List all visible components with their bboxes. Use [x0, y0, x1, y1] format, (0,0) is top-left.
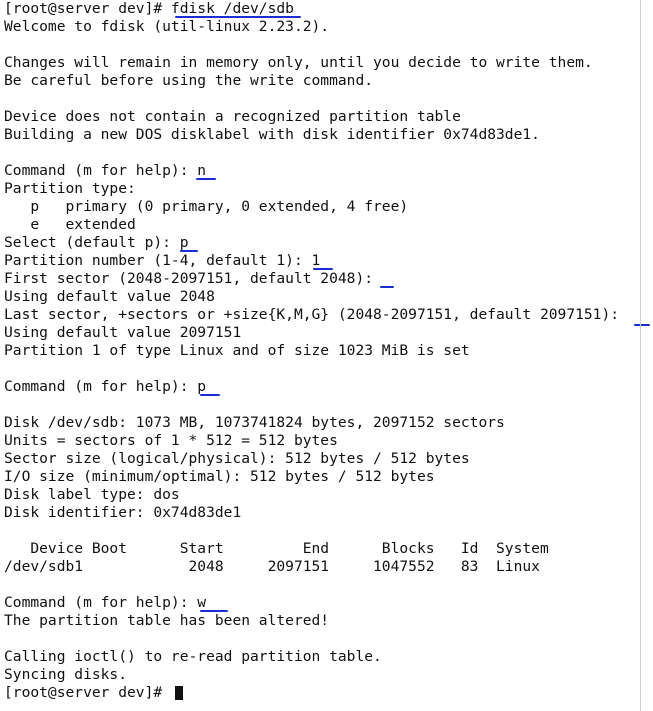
underline-mark-default-first: [380, 286, 394, 288]
terminal-line: Calling ioctl() to re-read partition tab…: [4, 648, 382, 665]
underline-mark-w: [200, 610, 228, 612]
underline-mark-p2: [200, 394, 220, 396]
terminal-line: Partition 1 of type Linux and of size 10…: [4, 342, 470, 359]
underline-mark-1: [313, 268, 333, 270]
terminal-line: Partition type:: [4, 180, 136, 197]
terminal-line: Command (m for help): n: [4, 162, 207, 179]
terminal-line: Disk label type: dos: [4, 486, 180, 503]
terminal-line: Sector size (logical/physical): 512 byte…: [4, 450, 470, 467]
terminal-line: Welcome to fdisk (util-linux 2.23.2).: [4, 18, 330, 35]
terminal-line: Disk identifier: 0x74d83de1: [4, 504, 242, 521]
terminal-line: Command (m for help): w: [4, 594, 207, 611]
terminal-line: Using default value 2097151: [4, 324, 242, 341]
underline-mark-command: [175, 16, 301, 18]
terminal-line: Changes will remain in memory only, unti…: [4, 54, 593, 71]
underline-mark-p: [180, 250, 198, 252]
partition-table-header: Device Boot Start End Blocks Id System: [4, 540, 549, 557]
terminal-line: Units = sectors of 1 * 512 = 512 bytes: [4, 432, 338, 449]
terminal-line: First sector (2048-2097151, default 2048…: [4, 270, 374, 287]
terminal-line: Building a new DOS disklabel with disk i…: [4, 126, 540, 143]
terminal-line: Device does not contain a recognized par…: [4, 108, 461, 125]
terminal-line: Command (m for help): p: [4, 378, 207, 395]
underline-mark-default-last: [634, 324, 650, 326]
terminal-line: e extended: [4, 216, 136, 233]
terminal-cursor: [175, 686, 183, 700]
terminal-line: p primary (0 primary, 0 extended, 4 free…: [4, 198, 409, 215]
terminal-line: Partition number (1-4, default 1): 1: [4, 252, 321, 269]
partition-table-row: /dev/sdb1 2048 2097151 1047552 83 Linux: [4, 558, 540, 575]
terminal-line: The partition table has been altered!: [4, 612, 330, 629]
terminal-line: Last sector, +sectors or +size{K,M,G} (2…: [4, 306, 620, 323]
terminal-line: Syncing disks.: [4, 666, 128, 683]
terminal-line: Using default value 2048: [4, 288, 215, 305]
terminal-line: Select (default p): p: [4, 234, 189, 251]
window-edge-divider: [640, 0, 641, 711]
terminal-line: I/O size (minimum/optimal): 512 bytes / …: [4, 468, 435, 485]
terminal-line: Disk /dev/sdb: 1073 MB, 1073741824 bytes…: [4, 414, 505, 431]
terminal-line: Be careful before using the write comman…: [4, 72, 374, 89]
underline-mark-n: [196, 178, 216, 180]
terminal-prompt[interactable]: [root@server dev]#: [4, 684, 171, 702]
